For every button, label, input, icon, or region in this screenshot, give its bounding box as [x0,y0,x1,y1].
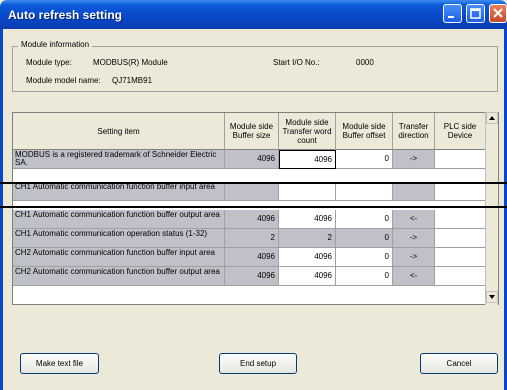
table-row-item: CH1 Automatic communication function buf… [13,182,225,201]
header-buffer-offset: Module side Buffer offset [336,113,393,150]
maximize-icon [470,8,481,19]
table-row-offset[interactable]: 0 [336,248,393,267]
table-row-offset[interactable] [336,182,393,201]
table-row-word-count[interactable]: 4096 [279,210,336,229]
divider-line [0,206,507,208]
start-io-label: Start I/O No.: [273,58,320,67]
table-row-item: CH2 Automatic communication function buf… [13,267,225,286]
table-row-word-count[interactable]: 4096 [279,267,336,286]
make-text-file-button[interactable]: Make text file [20,353,99,374]
table-row-item: CH1 Automatic communication operation st… [13,229,225,248]
table-row-offset: 0 [336,229,393,248]
table-row-device[interactable] [435,182,486,201]
table-row-buffer-size: 2 [225,229,279,248]
table-row-direction: -> [393,150,435,169]
table-row-device[interactable] [435,248,486,267]
start-io-value: 0000 [356,58,374,67]
header-transfer-direction: Transfer direction [393,113,435,150]
table-row-buffer-size: 4096 [225,248,279,267]
title-bar: Auto refresh setting [0,0,507,29]
window-frame-left [0,29,3,390]
table-row-buffer-size [225,182,279,201]
module-type-value: MODBUS(R) Module [93,58,168,67]
table-row-buffer-size: 4096 [225,267,279,286]
minimize-button[interactable] [443,4,462,23]
table-row-direction [393,182,435,201]
module-model-value: QJ71MB91 [112,76,153,85]
maximize-button[interactable] [466,4,485,23]
window-title: Auto refresh setting [8,8,123,22]
table-row-device[interactable] [435,267,486,286]
scroll-up-icon [489,116,495,120]
table-row-device[interactable] [435,229,486,248]
table-row-item: MODBUS is a registered trademark of Schn… [13,150,225,169]
table-row-device[interactable] [435,210,486,229]
table-row-buffer-size: 4096 [225,210,279,229]
module-info-legend: Module information [18,40,93,49]
divider-line [0,182,507,184]
table-row-device[interactable] [435,150,486,169]
table-scrollbar[interactable] [485,112,498,305]
end-setup-button[interactable]: End setup [219,353,297,374]
table-row-direction: <- [393,210,435,229]
table-row-word-count[interactable]: 4096 [279,150,336,169]
header-buffer-size: Module side Buffer size [225,113,279,150]
table-row-item: CH1 Automatic communication function buf… [13,210,225,229]
scroll-down-button[interactable] [486,291,498,303]
scroll-up-button[interactable] [486,112,498,124]
header-plc-device: PLC side Device [435,113,486,150]
table-row-buffer-size: 4096 [225,150,279,169]
table-row-word-count[interactable]: 4096 [279,248,336,267]
table-row-offset[interactable]: 0 [336,210,393,229]
header-word-count: Module side Transfer word count [279,113,336,150]
table-row-offset[interactable]: 0 [336,150,393,169]
settings-table: Setting item Module side Buffer size Mod… [12,112,499,305]
module-type-label: Module type: [26,58,72,67]
table-row-offset[interactable]: 0 [336,267,393,286]
cancel-button[interactable]: Cancel [420,353,498,374]
minimize-icon [448,16,454,18]
table-row-word-count: 2 [279,229,336,248]
table-row-word-count[interactable] [279,182,336,201]
header-setting-item: Setting item [13,113,225,150]
table-row-direction: -> [393,229,435,248]
module-info-group [12,46,498,92]
table-row-direction: <- [393,267,435,286]
table-row-direction: -> [393,248,435,267]
scroll-down-icon [489,295,495,299]
close-button[interactable] [489,4,507,23]
table-row-item: CH2 Automatic communication function buf… [13,248,225,267]
module-model-label: Module model name: [26,76,101,85]
close-icon [493,8,503,18]
